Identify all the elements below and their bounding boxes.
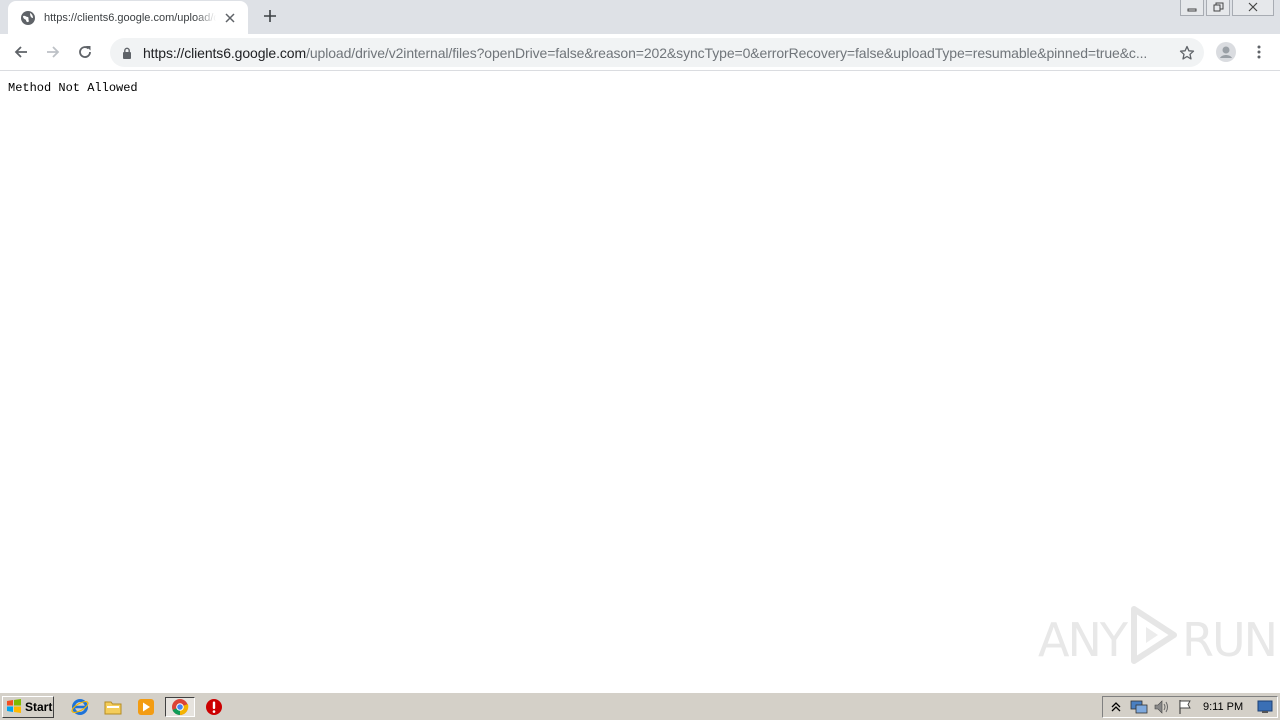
- url-host: https://clients6.google.com: [143, 44, 307, 61]
- minimize-button[interactable]: [1180, 0, 1204, 16]
- start-button[interactable]: Start: [2, 696, 54, 718]
- address-bar[interactable]: https://clients6.google.com/upload/drive…: [110, 38, 1204, 67]
- arrow-left-icon: [13, 44, 29, 63]
- internet-explorer-icon[interactable]: [69, 697, 91, 717]
- url-text[interactable]: https://clients6.google.com/upload/drive…: [143, 45, 1153, 61]
- windows-logo-icon: [6, 698, 22, 716]
- watermark-right: RUN: [1181, 613, 1278, 667]
- restore-icon: [1213, 1, 1224, 15]
- menu-button[interactable]: [1246, 40, 1272, 66]
- close-icon[interactable]: [222, 10, 238, 26]
- plus-icon: [263, 9, 277, 26]
- system-tray: 9:11 PM: [1102, 696, 1278, 718]
- back-button[interactable]: [8, 40, 34, 66]
- network-icon[interactable]: [1129, 698, 1149, 716]
- folder-icon[interactable]: [102, 697, 124, 717]
- play-icon: [1126, 605, 1182, 676]
- show-hidden-icon[interactable]: [1106, 698, 1126, 716]
- error-message: Method Not Allowed: [8, 81, 138, 95]
- forward-button[interactable]: [40, 40, 66, 66]
- browser-toolbar: https://clients6.google.com/upload/drive…: [0, 34, 1280, 71]
- kebab-menu-icon: [1257, 45, 1261, 62]
- show-desktop-icon[interactable]: [1255, 698, 1275, 716]
- profile-button[interactable]: [1213, 40, 1239, 66]
- arrow-right-icon: [45, 44, 61, 63]
- reload-button[interactable]: [72, 40, 98, 66]
- page-content: Method Not Allowed: [0, 72, 1280, 692]
- globe-icon: [20, 10, 36, 26]
- window-controls: [1180, 0, 1274, 18]
- new-tab-button[interactable]: [258, 6, 282, 28]
- flag-icon[interactable]: [1175, 698, 1195, 716]
- tab-title: https://clients6.google.com/upload/drive…: [44, 11, 216, 24]
- browser-tab-active[interactable]: https://clients6.google.com/upload/drive…: [8, 1, 248, 34]
- reload-icon: [77, 44, 93, 63]
- avatar-icon: [1216, 41, 1236, 65]
- minimize-icon: [1187, 1, 1197, 15]
- tab-strip: https://clients6.google.com/upload/drive…: [0, 0, 1280, 34]
- clock[interactable]: 9:11 PM: [1203, 701, 1243, 713]
- watermark-left: ANY: [1038, 613, 1128, 667]
- volume-icon[interactable]: [1152, 698, 1172, 716]
- taskbar: Start 9:11 PM: [0, 692, 1280, 720]
- lock-icon[interactable]: [120, 46, 134, 60]
- chrome-icon[interactable]: [165, 697, 195, 717]
- url-path: /upload/drive/v2internal/files?openDrive…: [306, 44, 1148, 61]
- close-icon: [1248, 1, 1258, 15]
- start-label: Start: [25, 700, 53, 714]
- media-player-icon[interactable]: [135, 697, 157, 717]
- star-icon[interactable]: [1178, 44, 1196, 62]
- watermark: ANY RUN: [1038, 605, 1278, 670]
- window-close-button[interactable]: [1232, 0, 1274, 16]
- stop-icon[interactable]: [203, 697, 225, 717]
- restore-button[interactable]: [1206, 0, 1230, 16]
